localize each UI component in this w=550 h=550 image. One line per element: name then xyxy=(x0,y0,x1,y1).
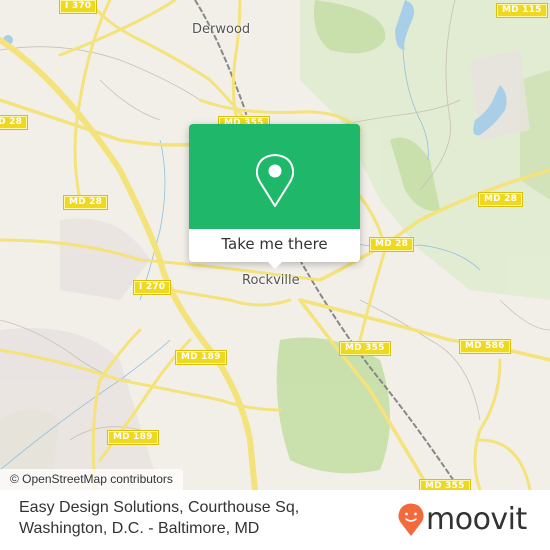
place-label-rockville: Rockville xyxy=(242,273,300,288)
road-label-md28-east: MD 28 xyxy=(477,192,524,207)
map-attribution[interactable]: © OpenStreetMap contributors xyxy=(0,469,183,490)
popup-pointer xyxy=(267,261,283,269)
road-label-md355-south: MD 355 xyxy=(419,479,471,490)
popup-header xyxy=(189,124,360,229)
footer: Easy Design Solutions, Courthouse Sq, Wa… xyxy=(0,490,550,550)
location-popup: Take me there xyxy=(189,124,360,269)
road-label-md28-center: MD 28 xyxy=(368,237,415,252)
road-label-md355-center: MD 355 xyxy=(339,341,391,356)
road-label-i370: I 370 xyxy=(58,0,98,14)
moovit-logo[interactable]: moovit xyxy=(398,502,527,538)
road-label-i270: I 270 xyxy=(132,280,172,295)
road-label-md28-west: MD 28 xyxy=(62,195,109,210)
take-me-there-button[interactable]: Take me there xyxy=(189,229,360,262)
location-title: Easy Design Solutions, Courthouse Sq, Wa… xyxy=(19,499,300,537)
map[interactable]: Derwood Rockville I 370 MD 115 MD 355 MD… xyxy=(0,0,550,490)
road-label-md189-north: MD 189 xyxy=(175,350,227,365)
moovit-pin-icon xyxy=(398,503,424,536)
place-label-derwood: Derwood xyxy=(192,22,251,37)
map-pin-icon xyxy=(256,154,294,207)
moovit-wordmark: moovit xyxy=(426,502,527,537)
road-label-md115: MD 115 xyxy=(496,3,548,18)
road-label-md586: MD 586 xyxy=(459,339,511,354)
road-label-md189-south: MD 189 xyxy=(107,430,159,445)
road-label-md28-edge: MD 28 xyxy=(0,115,29,130)
